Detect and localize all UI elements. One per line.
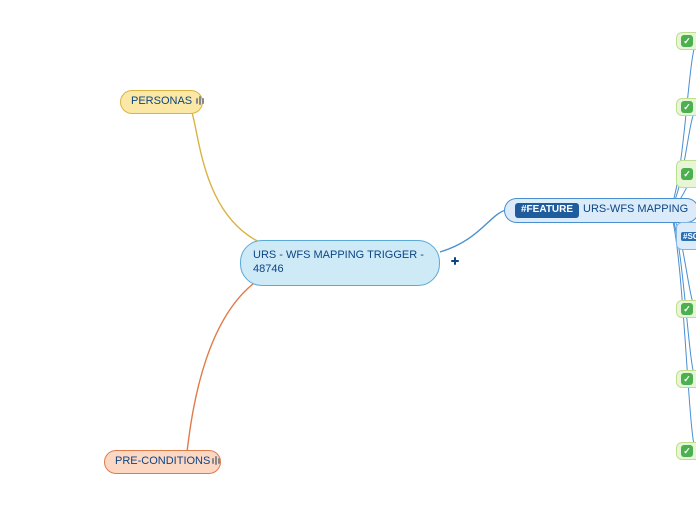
check-icon: ✓ bbox=[681, 303, 693, 315]
feature-label: URS-WFS MAPPING bbox=[583, 203, 688, 217]
check-icon: ✓ bbox=[681, 373, 693, 385]
feature-child[interactable]: #SCENGRIDS bbox=[676, 222, 696, 250]
feature-child[interactable]: ✓#SGRID bbox=[676, 160, 696, 188]
collapse-icon[interactable] bbox=[450, 256, 460, 266]
check-icon: ✓ bbox=[681, 101, 693, 113]
scenario-tag: #SCEN bbox=[681, 232, 696, 241]
feature-tag: #FEATURE bbox=[515, 203, 579, 218]
check-icon: ✓ bbox=[681, 445, 693, 457]
feature-node[interactable]: #FEATURE URS-WFS MAPPING bbox=[504, 198, 696, 223]
toggle-icon[interactable] bbox=[212, 456, 220, 465]
personas-label: PERSONAS bbox=[131, 95, 192, 109]
feature-child[interactable]: ✓#S bbox=[676, 98, 696, 116]
preconditions-node[interactable]: PRE-CONDITIONS bbox=[104, 450, 221, 474]
check-icon: ✓ bbox=[681, 35, 693, 47]
preconditions-label: PRE-CONDITIONS bbox=[115, 455, 210, 469]
personas-node[interactable]: PERSONAS bbox=[120, 90, 203, 114]
central-node[interactable]: URS - WFS MAPPING TRIGGER - 48746 bbox=[240, 240, 440, 286]
feature-child[interactable]: ✓#S bbox=[676, 300, 696, 318]
toggle-icon[interactable] bbox=[196, 96, 204, 105]
central-label: URS - WFS MAPPING TRIGGER - 48746 bbox=[253, 249, 427, 277]
feature-child[interactable]: ✓#S bbox=[676, 370, 696, 388]
feature-child[interactable]: ✓#S bbox=[676, 442, 696, 460]
feature-child[interactable]: ✓#S bbox=[676, 32, 696, 50]
check-icon: ✓ bbox=[681, 168, 693, 180]
